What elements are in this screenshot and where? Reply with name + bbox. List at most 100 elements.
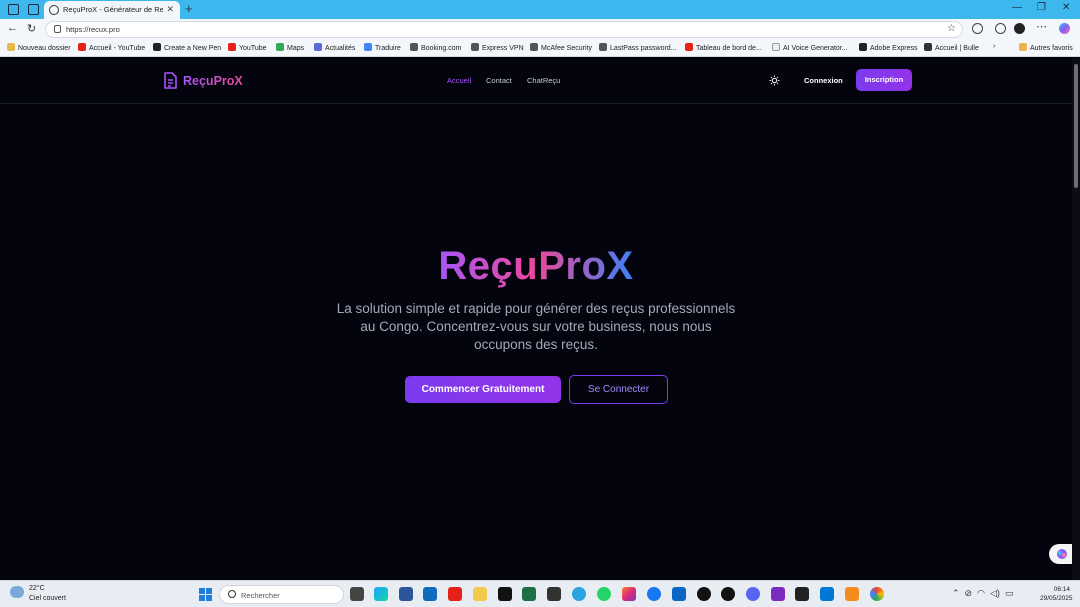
- windows-start-icon[interactable]: [199, 588, 212, 601]
- netflix-icon[interactable]: [498, 587, 512, 601]
- vscode-icon[interactable]: [820, 587, 834, 601]
- nav-link-chatrecu[interactable]: ChatReçu: [527, 76, 560, 85]
- favorite-star-icon[interactable]: ☆: [947, 23, 956, 34]
- adobe-icon: [859, 43, 867, 51]
- bookmark-item[interactable]: McAfee Security: [530, 43, 592, 52]
- extensions-icon[interactable]: [972, 23, 983, 34]
- globe-icon: [410, 43, 418, 51]
- hero-title: ReçuProX: [438, 244, 634, 288]
- url-text[interactable]: https://recux.pro: [66, 25, 120, 34]
- bookmark-item[interactable]: Create a New Pen: [153, 43, 221, 52]
- youtube-icon: [228, 43, 236, 51]
- instagram-icon[interactable]: [622, 587, 636, 601]
- close-tab-icon[interactable]: ✕: [166, 4, 174, 15]
- globe-icon: [530, 43, 538, 51]
- outlook-icon[interactable]: [423, 587, 437, 601]
- address-row: ← ↻ https://recux.pro ☆ ⋯: [0, 19, 1080, 40]
- favorites-icon[interactable]: [995, 23, 1006, 34]
- whatsapp-icon[interactable]: [597, 587, 611, 601]
- new-tab-button[interactable]: +: [185, 1, 193, 16]
- bookmark-item[interactable]: Traduire: [364, 43, 401, 52]
- workspaces-icon[interactable]: [8, 4, 19, 15]
- telegram-icon[interactable]: [572, 587, 586, 601]
- facebook-icon[interactable]: [647, 587, 661, 601]
- x-icon[interactable]: [697, 587, 711, 601]
- clipchamp-icon[interactable]: [771, 587, 785, 601]
- nav-link-contact[interactable]: Contact: [486, 76, 512, 85]
- lock-icon[interactable]: [54, 25, 61, 33]
- bookmark-item[interactable]: Tableau de bord de...: [685, 43, 762, 52]
- windows-taskbar: 22°C Ciel couvert Rechercher ⌃ ⊘ ◠ ◁) ▭ …: [0, 580, 1080, 607]
- maps-icon: [276, 43, 284, 51]
- receipt-logo-icon[interactable]: [163, 72, 177, 89]
- close-window-icon[interactable]: ✕: [1062, 2, 1070, 13]
- news-icon: [314, 43, 322, 51]
- address-bar[interactable]: https://recux.pro ☆: [45, 21, 963, 38]
- bookmark-item[interactable]: Autres favoris: [1019, 43, 1073, 52]
- youtube-icon: [78, 43, 86, 51]
- excel-icon[interactable]: [522, 587, 536, 601]
- ai-voice-icon: [772, 43, 780, 51]
- linkedin-icon[interactable]: [672, 587, 686, 601]
- chatgpt-icon[interactable]: [547, 587, 561, 601]
- restore-icon[interactable]: ❐: [1037, 2, 1046, 13]
- bookmark-item[interactable]: Maps: [276, 43, 304, 52]
- edge-icon[interactable]: [374, 587, 388, 601]
- nav-link-accueil[interactable]: Accueil: [447, 76, 471, 85]
- bookmark-item[interactable]: AI Voice Generator...: [772, 43, 848, 52]
- youtube-icon[interactable]: [448, 587, 462, 601]
- more-menu-icon[interactable]: ⋯: [1036, 20, 1047, 33]
- clock-time: 06:14: [1053, 586, 1070, 593]
- system-tray[interactable]: ⌃ ⊘ ◠ ◁) ▭: [952, 588, 1013, 599]
- globe-icon: [49, 5, 59, 15]
- discord-icon[interactable]: [746, 587, 760, 601]
- sign-in-button[interactable]: Se Connecter: [569, 375, 668, 404]
- folder-icon: [7, 43, 15, 51]
- translate-icon: [364, 43, 372, 51]
- chrome-icon[interactable]: [870, 587, 884, 601]
- login-link[interactable]: Connexion: [804, 76, 843, 85]
- folder-icon: [1019, 43, 1027, 51]
- minimize-icon[interactable]: —: [1012, 2, 1022, 13]
- back-icon[interactable]: ←: [7, 22, 18, 34]
- profile-avatar[interactable]: [1014, 23, 1025, 34]
- task-view-icon[interactable]: [350, 587, 364, 601]
- bookmark-item[interactable]: Express VPN: [471, 43, 524, 52]
- site-logo[interactable]: ReçuProX: [183, 74, 243, 88]
- weather-description[interactable]: Ciel couvert: [29, 595, 66, 602]
- bookmark-item[interactable]: Nouveau dossier: [7, 43, 71, 52]
- terminal-icon[interactable]: [795, 587, 809, 601]
- get-started-button[interactable]: Commencer Gratuitement: [405, 376, 561, 403]
- xampp-icon[interactable]: [845, 587, 859, 601]
- taskbar-search[interactable]: Rechercher: [219, 585, 344, 604]
- tiktok-icon[interactable]: [721, 587, 735, 601]
- bookmark-item[interactable]: Accueil | Bulle: [924, 43, 979, 52]
- signup-button[interactable]: Inscription: [856, 69, 912, 91]
- copilot-icon[interactable]: [1059, 23, 1070, 34]
- bookmark-item[interactable]: Accueil - YouTube: [78, 43, 145, 52]
- bookmarks-overflow-icon[interactable]: ›: [993, 43, 995, 50]
- scrollbar-thumb[interactable]: [1074, 64, 1078, 188]
- youtube-icon: [685, 43, 693, 51]
- weather-temperature[interactable]: 22°C: [29, 585, 45, 592]
- refresh-icon[interactable]: ↻: [27, 22, 36, 35]
- file-explorer-icon[interactable]: [473, 587, 487, 601]
- hero-subtitle: La solution simple et rapide pour génére…: [336, 301, 736, 352]
- bookmark-item[interactable]: Booking.com: [410, 43, 461, 52]
- page-scrollbar[interactable]: [1072, 58, 1080, 580]
- bookmarks-bar: Nouveau dossier Accueil - YouTube Create…: [0, 40, 1080, 57]
- weather-cloud-icon[interactable]: [10, 586, 24, 598]
- globe-icon: [471, 43, 479, 51]
- bookmark-item[interactable]: Actualités: [314, 43, 355, 52]
- taskbar-clock[interactable]: 06:14 29/05/2025: [1040, 585, 1073, 603]
- bookmark-item[interactable]: LastPass password...: [599, 43, 677, 52]
- browser-tab[interactable]: ReçuProX - Générateur de Reçus ✕: [44, 1, 180, 19]
- tab-actions-icon[interactable]: [28, 4, 39, 15]
- globe-icon: [599, 43, 607, 51]
- bookmark-item[interactable]: Adobe Express: [859, 43, 917, 52]
- bookmark-item[interactable]: YouTube: [228, 43, 267, 52]
- store-icon[interactable]: [399, 587, 413, 601]
- website-viewport: ReçuProX Accueil Contact ChatReçu Connex…: [0, 58, 1075, 580]
- theme-toggle-sun-icon[interactable]: [769, 75, 780, 86]
- codepen-icon: [153, 43, 161, 51]
